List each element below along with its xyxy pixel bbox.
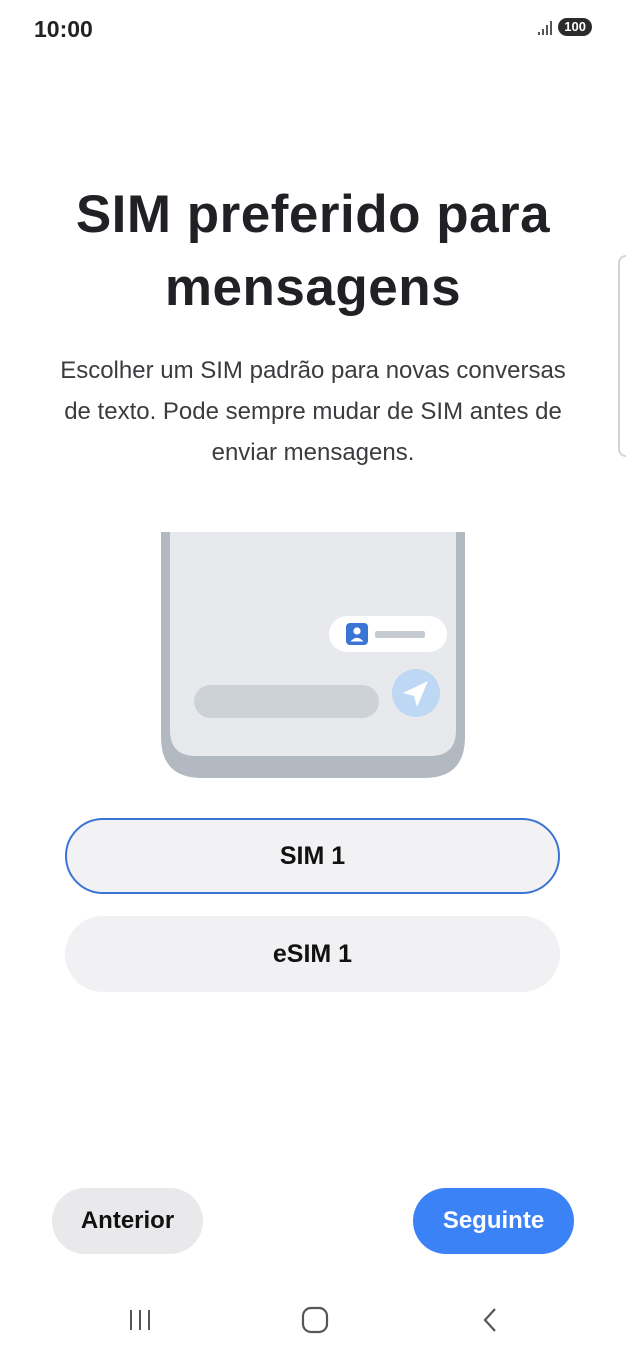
navigation-bar (0, 1290, 626, 1350)
battery-icon: 100 (558, 18, 592, 36)
signal-icon (538, 19, 553, 35)
next-button[interactable]: Seguinte (413, 1188, 574, 1254)
contact-bubble (329, 616, 447, 652)
status-time: 10:00 (34, 16, 93, 42)
status-bar: 10:00 100 (0, 0, 626, 60)
previous-button[interactable]: Anterior (52, 1188, 203, 1254)
back-icon[interactable] (460, 1290, 520, 1350)
title-line-2: mensagens (164, 258, 462, 317)
esim1-option[interactable]: eSIM 1 (65, 916, 560, 992)
sim1-label: SIM 1 (279, 841, 346, 870)
title-line-1: SIM preferido para (75, 185, 551, 244)
sim1-option[interactable]: SIM 1 (65, 818, 560, 894)
messaging-illustration (161, 532, 465, 778)
page-title: SIM preferido para mensagens (40, 178, 586, 324)
status-icons: 100 (538, 18, 592, 36)
recents-icon[interactable] (110, 1290, 170, 1350)
contact-icon (346, 623, 368, 645)
page-description: Escolher um SIM padrão para novas conver… (60, 357, 566, 466)
esim1-label: eSIM 1 (272, 939, 353, 968)
home-icon[interactable] (285, 1290, 345, 1350)
message-input-bar (194, 685, 379, 718)
edge-panel-handle[interactable] (618, 255, 626, 457)
send-icon (392, 669, 440, 717)
